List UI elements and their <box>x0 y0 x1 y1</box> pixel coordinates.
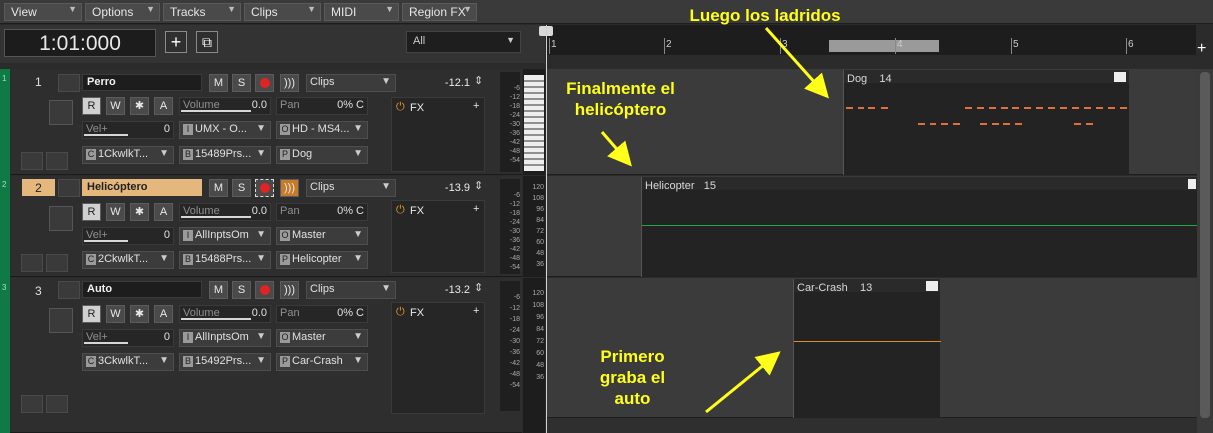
arrow-to-helicopter <box>600 131 632 167</box>
annotation-arrows <box>600 27 829 414</box>
arrow-to-car <box>705 351 781 414</box>
arrow-to-dog <box>764 27 829 99</box>
